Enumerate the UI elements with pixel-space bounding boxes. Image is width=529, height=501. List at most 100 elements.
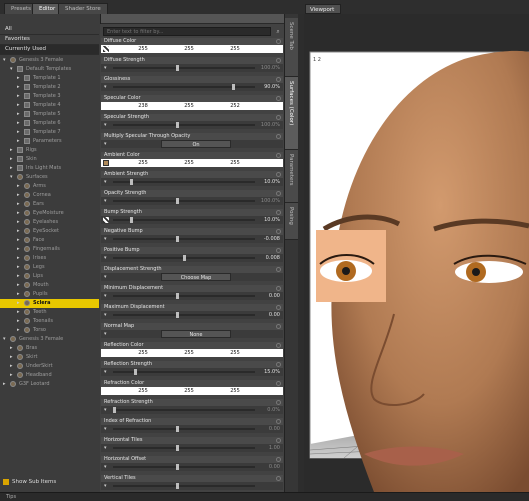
slider-handle[interactable] [176,198,179,204]
gear-icon[interactable] [276,248,281,253]
chevron-right-icon[interactable]: ▸ [17,74,20,83]
color-channel-value[interactable]: 255 [169,45,209,53]
chevron-down-icon[interactable]: ▾ [104,83,107,91]
slider[interactable]: ▾10.0% [101,178,283,186]
gear-icon[interactable] [276,96,281,101]
chevron-right-icon[interactable]: ▸ [17,92,20,101]
chevron-right-icon[interactable]: ▸ [17,119,20,128]
slider[interactable]: ▾ 90.0% [101,83,283,91]
color-channel-value[interactable]: 255 [169,159,209,167]
tree-item[interactable]: ▸ G3F Leotard [0,380,99,389]
slider-track[interactable] [113,466,255,468]
filter-favorites[interactable]: Favorites [0,35,99,45]
chevron-right-icon[interactable]: ▸ [17,227,20,236]
color-channel-value[interactable]: 255 [169,349,209,357]
slider-track[interactable] [113,124,255,126]
slider-track[interactable] [113,295,255,297]
slider-handle[interactable] [176,312,179,318]
color-field[interactable]: 255 255 255 [101,45,283,53]
slider-value[interactable]: 100.0% [261,197,280,205]
chevron-right-icon[interactable]: ▸ [17,272,20,281]
color-channel-value[interactable]: 255 [215,159,255,167]
color-field[interactable]: 238 255 252 [101,102,283,110]
tree-item[interactable]: ▸ Template 4 [0,101,99,110]
gear-icon[interactable] [276,267,281,272]
slider[interactable]: ▾ 100.0% [101,197,283,205]
tab-shader-store[interactable]: Shader Store [58,3,108,14]
slider[interactable]: ▾ 0.00 [101,292,283,300]
option-button[interactable]: On [161,140,231,148]
gear-icon[interactable] [276,476,281,481]
color-field[interactable]: 255 255 255 [101,387,283,395]
chevron-right-icon[interactable]: ▸ [17,137,20,146]
tree-item[interactable]: ▸ UnderSkirt [0,362,99,371]
slider-handle[interactable] [176,236,179,242]
slider[interactable]: ▾ 100.0% [101,121,283,129]
tree-item[interactable]: ▸ EyeSocket [0,227,99,236]
color-field[interactable]: 255 255 255 [101,349,283,357]
slider-handle[interactable] [183,255,186,261]
chevron-right-icon[interactable]: ▸ [17,200,20,209]
chevron-right-icon[interactable]: ▸ [17,236,20,245]
slider-value[interactable]: 0.00 [269,292,280,300]
color-channel-value[interactable]: 255 [123,387,163,395]
slider-value[interactable]: 90.0% [264,83,280,91]
viewport[interactable]: 1 2 [304,14,529,492]
side-tab-surfaces[interactable]: Surfaces (Color) [285,77,299,150]
slider-value[interactable]: 0.00 [269,311,280,319]
tree-item[interactable]: ▸ Toenails [0,317,99,326]
gear-icon[interactable] [276,153,281,158]
gear-icon[interactable] [276,419,281,424]
slider[interactable]: ▾ 0.008 [101,254,283,262]
chevron-right-icon[interactable]: ▸ [10,353,13,362]
texture-map-icon[interactable] [103,46,109,52]
gear-icon[interactable] [276,115,281,120]
chevron-right-icon[interactable]: ▸ [17,83,20,92]
slider[interactable]: ▾10.0% [101,216,283,224]
slider-handle[interactable] [176,122,179,128]
color-channel-value[interactable]: 255 [123,45,163,53]
slider-handle[interactable] [129,179,133,185]
slider-handle[interactable] [134,369,137,375]
filter-input[interactable]: Enter text to filter by... [103,27,271,36]
gear-icon[interactable] [276,324,281,329]
chevron-down-icon[interactable]: ▾ [104,235,107,243]
tree-item[interactable]: ▸ Template 1 [0,74,99,83]
chevron-right-icon[interactable]: ▸ [17,182,20,191]
slider-track[interactable] [113,447,255,449]
gear-icon[interactable] [276,438,281,443]
slider-value[interactable]: -0.008 [264,235,280,243]
chevron-down-icon[interactable]: ▾ [104,121,107,129]
slider-track[interactable] [113,485,255,487]
slider-value[interactable]: 10.0% [264,216,280,224]
chevron-down-icon[interactable]: ▾ [10,173,13,182]
tree-item[interactable]: ▸ Fingernails [0,245,99,254]
color-channel-value[interactable]: 255 [123,349,163,357]
chevron-down-icon[interactable]: ▾ [104,64,107,72]
chevron-down-icon[interactable]: ▾ [104,311,107,319]
chevron-right-icon[interactable]: ▸ [17,191,20,200]
tree-item[interactable]: ▸ Eyelashes [0,218,99,227]
side-tab-parameters[interactable]: Parameters [285,150,299,203]
slider-value[interactable]: 1.00 [269,444,280,452]
option-button[interactable]: Choose Map [161,273,231,281]
slider-value[interactable]: 100.0% [261,64,280,72]
slider-track[interactable] [113,181,255,183]
chevron-right-icon[interactable]: ▸ [17,101,20,110]
color-channel-value[interactable]: 252 [215,102,255,110]
chevron-right-icon[interactable]: ▸ [10,371,13,380]
tree-item[interactable]: ▾ Default Templates [0,65,99,74]
viewport-render[interactable]: 1 2 [304,14,529,492]
gear-icon[interactable] [276,134,281,139]
chevron-right-icon[interactable]: ▸ [17,263,20,272]
chevron-right-icon[interactable]: ▸ [17,326,20,335]
slider[interactable]: ▾ 100.0% [101,64,283,72]
slider-value[interactable]: 100.0% [261,121,280,129]
chevron-right-icon[interactable]: ▸ [17,218,20,227]
chevron-down-icon[interactable]: ▾ [104,197,107,205]
chevron-down-icon[interactable]: ▾ [10,65,13,74]
chevron-right-icon[interactable]: ▸ [10,164,13,173]
tree-item[interactable]: ▸ Torso [0,326,99,335]
viewport-tab[interactable]: Viewport [305,4,341,14]
gear-icon[interactable] [276,58,281,63]
